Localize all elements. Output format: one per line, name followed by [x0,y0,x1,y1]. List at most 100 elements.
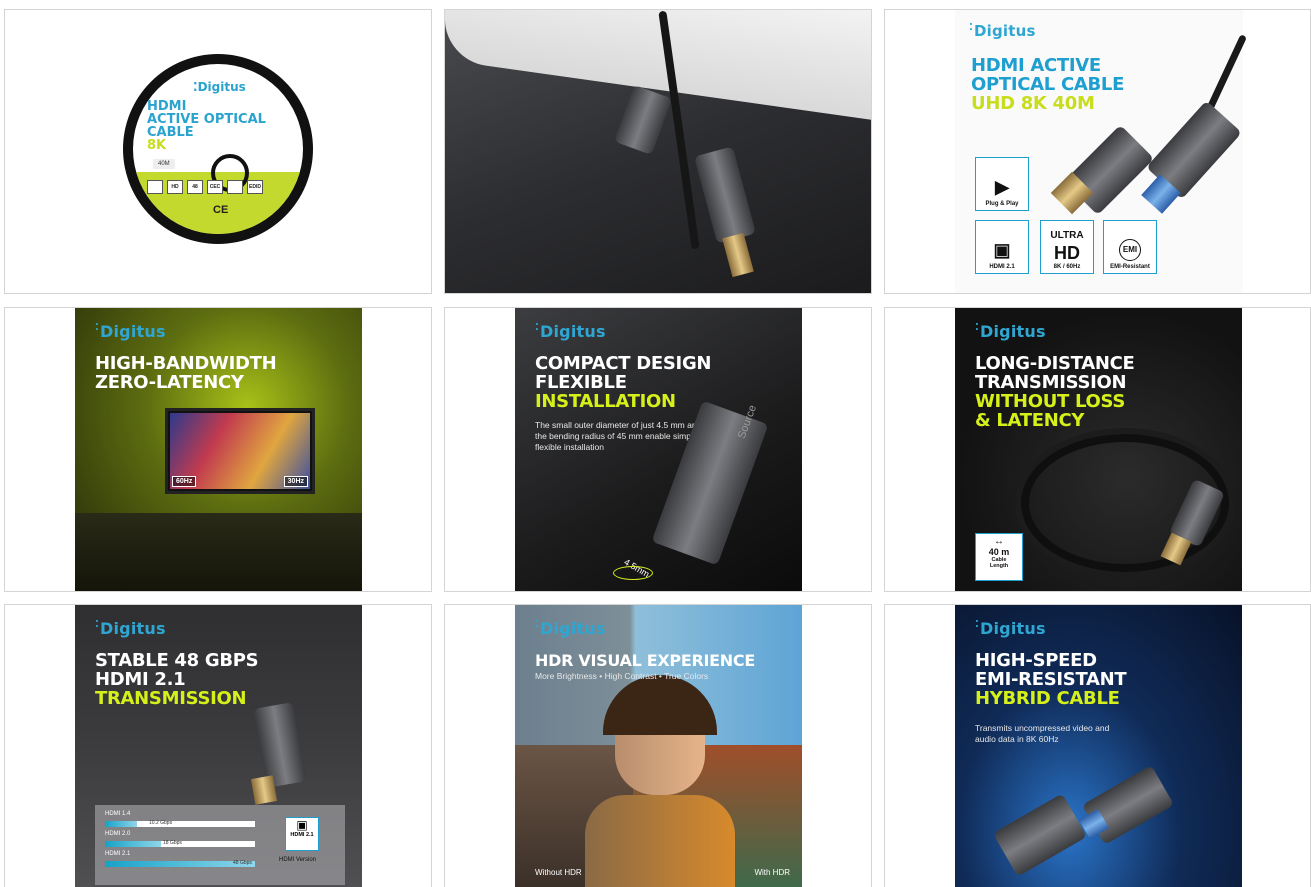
product-image-features[interactable]: ⁚Digitus HDMI ACTIVE OPTICAL CABLE UHD 8… [884,9,1311,294]
bar-label: HDMI 2.1 [105,851,131,857]
product-image-compact-design[interactable]: ⁚Digitus COMPACT DESIGN FLEXIBLE INSTALL… [444,307,872,592]
product-image-device-photo[interactable] [444,9,872,294]
hdmi-version-badge: ▣ HDMI 2.1 [285,817,319,851]
product-image-bandwidth-chart[interactable]: ⁚Digitus STABLE 48 GBPS HDMI 2.1 TRANSMI… [4,604,432,887]
bar-value: 48 Gbps [233,860,252,866]
product-image-emi-resistant[interactable]: ⁚Digitus HIGH-SPEED EMI-RESISTANT HYBRID… [884,604,1311,887]
headline: HIGH-SPEED EMI-RESISTANT HYBRID CABLE [975,650,1127,708]
length-label: Length [989,563,1009,569]
feature-ultra-hd: ULTRA HD 8K / 60Hz [1040,220,1094,274]
character-hair [603,675,717,735]
headline-line: WITHOUT LOSS [975,391,1126,412]
tile-square: ⁚Digitus HDR VISUAL EXPERIENCE More Brig… [515,605,802,887]
feature-icon: EDID [247,180,263,194]
bend-arrow-icon [613,566,653,580]
headline-line: TRANSMISSION [975,372,1127,393]
cable-length-box: ↔ 40 m Cable Length [975,533,1023,581]
feature-hdmi-21: ▣ HDMI 2.1 [975,220,1029,274]
feature-icon: CEC [207,180,223,194]
headline-line: TRANSMISSION [95,688,247,709]
feature-label: Plug & Play [985,201,1019,207]
headline: LONG-DISTANCE TRANSMISSION WITHOUT LOSS … [975,354,1135,430]
length-arrow-icon: ↔ [994,536,1004,547]
description: More Brightness • High Contrast • True C… [535,671,709,681]
hdmi-port-icon: ▣ [993,240,1011,260]
tile-square: ⁚Digitus STABLE 48 GBPS HDMI 2.1 TRANSMI… [75,605,362,887]
tile-square: ⁚Digitus HIGH-BANDWIDTH ZERO-LATENCY 60H… [75,308,362,591]
cable-reel: ⁚Digitus HDMI ACTIVE OPTICAL CABLE 8K 40… [123,54,313,244]
hdmi-port-icon: ▣ [296,818,308,832]
headline-line: FLEXIBLE [535,372,627,393]
reel-length-label: 40M [153,159,175,169]
headline: HIGH-BANDWIDTH ZERO-LATENCY [95,353,277,393]
bar-value: 18 Gbps [163,840,182,846]
feature-emi-resistant: EMI EMI-Resistant [1103,220,1157,274]
brand-logo: ⁚Digitus [975,619,1046,638]
headline-line: ZERO-LATENCY [95,372,244,393]
headline-line: INSTALLATION [535,391,676,412]
title-line: OPTICAL CABLE [971,74,1125,95]
brand-logo: ⁚Digitus [95,322,166,341]
ce-mark: CE [213,204,229,216]
plug-image [722,232,754,278]
brand-logo: ⁚Digitus [975,322,1046,341]
desk [75,513,362,591]
headline-line: LONG-DISTANCE [975,353,1135,374]
feature-label: EMI-Resistant [1110,264,1150,270]
reel-label: ⁚Digitus HDMI ACTIVE OPTICAL CABLE 8K 40… [133,64,303,234]
tile-square: ⁚Digitus COMPACT DESIGN FLEXIBLE INSTALL… [515,308,802,591]
shield-icon: EMI [1119,239,1141,261]
length-value: 40 m [988,547,1010,557]
reel-title: HDMI ACTIVE OPTICAL CABLE 8K [147,100,266,152]
reel-feature-icons: HD 48 CEC EDID [147,180,263,194]
label-with-hdr: With HDR [754,868,790,877]
bar-value: 10.2 Gbps [149,820,173,826]
headline: HDR VISUAL EXPERIENCE [535,651,755,670]
bar-fill [105,821,137,827]
feature-label: 8K / 60Hz [1053,264,1081,270]
product-image-reel[interactable]: ⁚Digitus HDMI ACTIVE OPTICAL CABLE 8K 40… [4,9,432,294]
bar-label: HDMI 2.0 [105,831,131,837]
brand-logo: ⁚Digitus [95,619,166,638]
feature-icon: HD [167,180,183,194]
product-image-hdr[interactable]: ⁚Digitus HDR VISUAL EXPERIENCE More Brig… [444,604,872,887]
headline-line: EMI-RESISTANT [975,669,1127,690]
headline-line: & LATENCY [975,410,1085,431]
headline-line: STABLE 48 GBPS [95,650,259,671]
headline-line: COMPACT DESIGN [535,353,712,374]
play-icon: ▶ [995,177,1009,197]
connector-image [613,84,673,156]
version-caption: HDMI Version [279,857,317,863]
product-image-bandwidth[interactable]: ⁚Digitus HIGH-BANDWIDTH ZERO-LATENCY 60H… [4,307,432,592]
reel-title-line4: 8K [147,138,167,153]
feature-icon [147,180,163,194]
title-line: UHD 8K 40M [971,93,1095,114]
connector-image [992,793,1088,877]
bar-fill [105,841,162,847]
product-image-long-distance[interactable]: ⁚Digitus LONG-DISTANCE TRANSMISSION WITH… [884,307,1311,592]
feature-icon [227,180,243,194]
bar-track: 10.2 Gbps [105,820,255,827]
bar-track: 18 Gbps [105,840,255,847]
tile-square: ⁚Digitus LONG-DISTANCE TRANSMISSION WITH… [955,308,1242,591]
headline: STABLE 48 GBPS HDMI 2.1 TRANSMISSION [95,650,259,709]
feature-big-label: HD [1054,243,1080,263]
speed-comparison-panel: HDMI 1.4 10.2 Gbps HDMI 2.0 18 Gbps HDMI… [95,805,345,885]
connector-image [253,702,307,788]
feature-top-label: ULTRA [1050,230,1084,241]
refresh-badge-right: 30Hz [283,476,308,487]
brand-logo: ⁚Digitus [969,22,1036,40]
feature-icon: 48 [187,180,203,194]
connector-image [694,146,756,244]
brand-logo: ⁚Digitus [535,619,606,638]
headline: COMPACT DESIGN FLEXIBLE INSTALLATION [535,354,711,411]
tile-square: ⁚Digitus HIGH-SPEED EMI-RESISTANT HYBRID… [955,605,1242,887]
headline-line: HIGH-BANDWIDTH [95,353,277,374]
headline-line: HIGH-SPEED [975,650,1097,671]
brand-logo: ⁚Digitus [535,322,606,341]
reel-brand-logo: ⁚Digitus [193,80,246,94]
refresh-badge-left: 60Hz [172,476,197,487]
product-title: HDMI ACTIVE OPTICAL CABLE UHD 8K 40M [971,56,1124,113]
character-body [585,795,735,887]
bar-label: HDMI 1.4 [105,811,131,817]
